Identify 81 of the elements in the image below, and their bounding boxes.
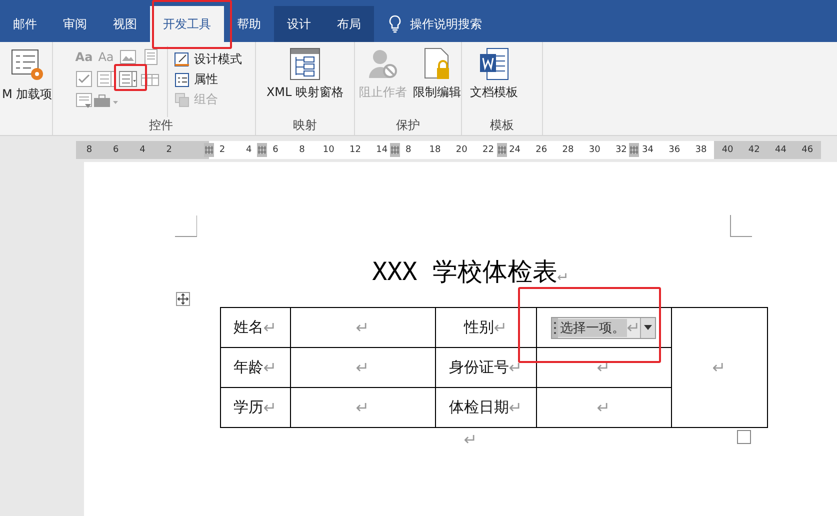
paragraph-mark: ↵: [712, 358, 726, 377]
column-marker-icon[interactable]: [257, 142, 268, 156]
paragraph-mark: ↵: [263, 398, 277, 417]
ruler-number: 46: [794, 140, 821, 158]
ribbon-button[interactable]: M 加载项: [0, 46, 54, 117]
ruler-number: 12: [342, 140, 369, 158]
ribbon-tab[interactable]: 布局: [324, 6, 374, 42]
ruler-number: 20: [448, 140, 475, 158]
ruler-number: 6: [102, 140, 130, 158]
table-move-handle-icon[interactable]: [176, 292, 190, 306]
ribbon-tab[interactable]: 设计: [274, 6, 324, 42]
paragraph-mark: ↵: [596, 398, 610, 417]
highlight-frame: [114, 64, 147, 91]
paragraph-mark: ↵: [557, 265, 567, 284]
control-grip-icon[interactable]: [552, 318, 558, 338]
legacy-form-icon[interactable]: [76, 93, 92, 109]
paragraph-mark: ↵: [596, 358, 610, 377]
ruler-number: 44: [767, 140, 794, 158]
paragraph-mark: ↵: [356, 358, 370, 377]
ruler-number: 26: [528, 140, 555, 158]
paragraph-mark: ↵: [508, 398, 522, 417]
ribbon-tab[interactable]: 开发工具: [150, 6, 224, 42]
ribbon-command[interactable]: 设计模式: [194, 51, 242, 68]
ribbon-tab[interactable]: 邮件: [0, 6, 50, 42]
group-label: 模板: [490, 118, 514, 132]
ruler-number: 2: [156, 140, 182, 158]
group-label: 保护: [396, 118, 420, 132]
ruler-number: 10: [315, 140, 342, 158]
field-label: 年龄: [233, 358, 264, 377]
search-label[interactable]: 操作说明搜索: [410, 16, 482, 32]
ribbon-tab[interactable]: 视图: [100, 6, 150, 42]
paragraph-mark: ↵: [508, 358, 522, 377]
margin-corner-mark: [175, 215, 197, 237]
dropdown-content-control[interactable]: 选择一项。↵: [550, 316, 656, 338]
word-document-icon[interactable]: [479, 48, 509, 80]
paragraph-mark: ↵: [263, 318, 277, 337]
paragraph-mark: ↵: [464, 430, 478, 449]
field-label: 姓名: [233, 318, 264, 337]
paragraph-mark: ↵: [356, 318, 370, 337]
group-label: 映射: [293, 118, 317, 132]
ribbon-command[interactable]: 属性: [194, 71, 218, 88]
document-lock-icon[interactable]: [423, 48, 451, 80]
ruler-number: 38: [688, 140, 714, 158]
ruler-number: 8: [76, 140, 103, 158]
field-label: 身份证号: [448, 358, 509, 377]
group-label: 控件: [149, 118, 173, 132]
field-label: 性别: [464, 318, 494, 337]
ruler-number: 36: [661, 140, 688, 158]
paragraph-mark: ↵: [263, 358, 277, 377]
field-label: 学历: [233, 398, 264, 417]
ruler-number: 18: [422, 140, 448, 158]
date-picker-control-icon[interactable]: [141, 72, 159, 86]
table-resize-handle-icon[interactable]: [737, 430, 751, 444]
ribbon-button[interactable]: 文档模板: [468, 46, 520, 117]
ribbon-button[interactable]: XML 映射窗格: [264, 46, 346, 117]
combo-box-control-icon[interactable]: [97, 71, 115, 87]
checklist-gear-icon[interactable]: [10, 48, 44, 82]
field-label: 体检日期: [448, 398, 509, 417]
paragraph-mark: ↵: [356, 398, 370, 417]
design-mode-icon[interactable]: [174, 52, 190, 68]
ribbon-tab[interactable]: 审阅: [50, 6, 100, 42]
toolbox-icon[interactable]: [93, 94, 119, 108]
ribbon-button[interactable]: 限制编辑: [411, 46, 463, 117]
checkbox-control-icon[interactable]: [76, 71, 92, 87]
ruler-number: 30: [581, 140, 608, 158]
margin-corner-mark: [730, 215, 752, 237]
paragraph-mark: ↵: [626, 318, 640, 337]
lightbulb-icon[interactable]: [388, 15, 402, 33]
ruler-number: 42: [740, 140, 768, 158]
ribbon-tab[interactable]: 帮助: [224, 6, 274, 42]
document-title: XXX 学校体检表: [372, 256, 558, 288]
properties-icon[interactable]: [174, 72, 190, 88]
column-marker-icon[interactable]: [390, 142, 400, 156]
ruler-number: 8: [288, 140, 316, 158]
column-marker-icon[interactable]: [629, 142, 640, 156]
dropdown-list-control-icon[interactable]: [119, 71, 137, 87]
xml-mapping-pane-icon[interactable]: [290, 48, 320, 80]
ruler-number: 28: [554, 140, 582, 158]
paragraph-mark: ↵: [494, 318, 508, 337]
ruler-number: 40: [714, 140, 741, 158]
ruler-number: 4: [129, 140, 156, 158]
